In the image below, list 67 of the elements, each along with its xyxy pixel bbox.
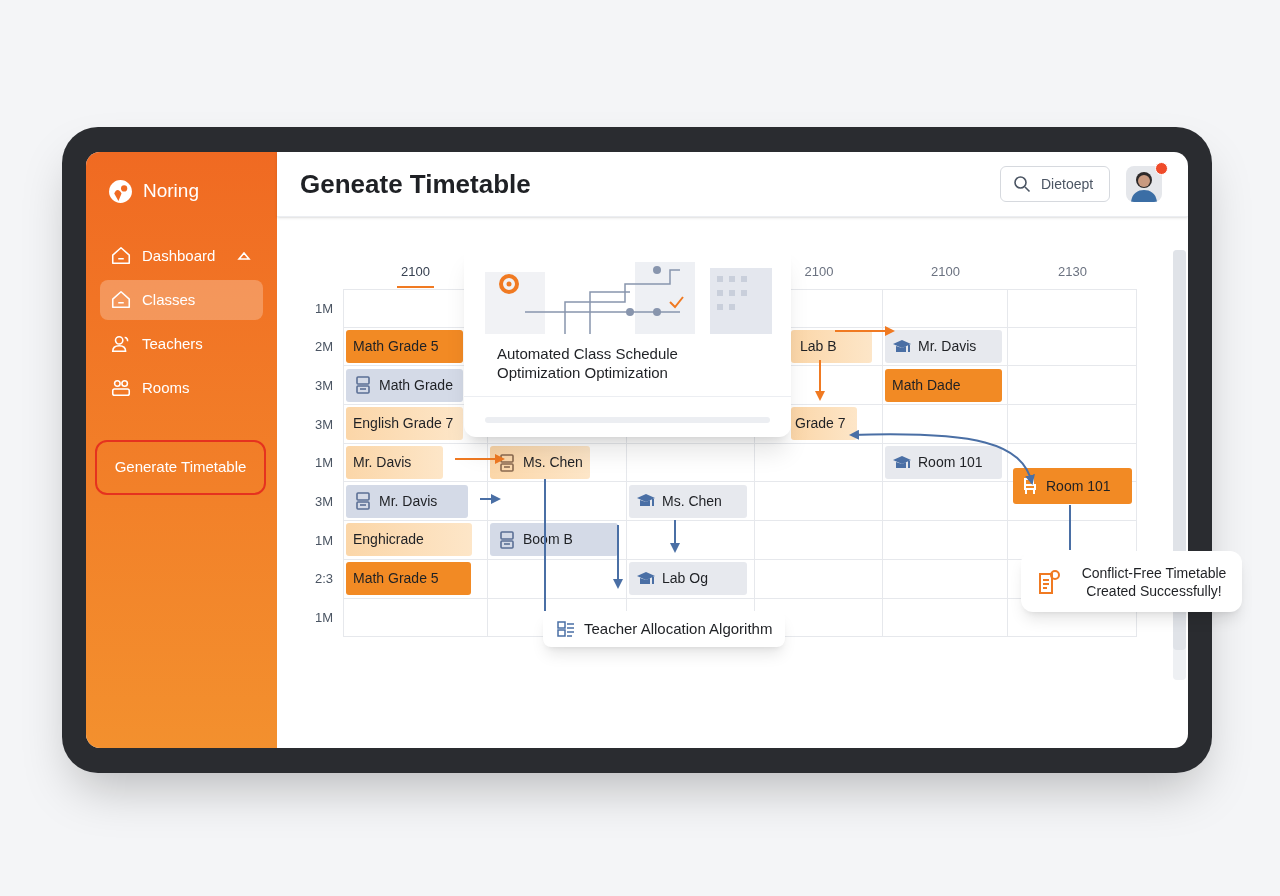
form-icon	[556, 619, 576, 639]
class-block[interactable]: Mr. Davis	[346, 484, 468, 518]
class-name: Lab Og	[662, 569, 708, 589]
arrow	[454, 454, 505, 464]
row-label: 1M	[313, 609, 334, 628]
class-block[interactable]: Ms. Chen	[629, 484, 747, 518]
app-name: Noring	[143, 178, 199, 203]
class-block[interactable]: Math Dade	[885, 368, 1002, 402]
class-name: Lab B	[800, 337, 837, 357]
page-title: Geneate Timetable	[300, 167, 532, 201]
class-block[interactable]: Math Grade 5	[346, 330, 463, 364]
row-label: 1M	[313, 299, 334, 318]
class-name: Math Grade 5	[353, 569, 439, 589]
class-block[interactable]: Mr. Davis	[885, 330, 1002, 364]
connector-line	[1069, 504, 1071, 551]
row-label: 3M	[313, 493, 334, 512]
chevron-icon[interactable]	[237, 249, 251, 263]
class-block[interactable]: Math Grade 5	[346, 562, 471, 596]
class-name: English Grade 7	[353, 414, 454, 434]
class-name: Ms. Chen	[662, 491, 722, 511]
arrow	[613, 524, 623, 589]
class-name: Enghicrade	[353, 530, 424, 550]
column-header[interactable]: 2100	[800, 262, 838, 286]
column-header[interactable]: 2130	[1054, 262, 1091, 286]
class-name: Math Dade	[892, 375, 961, 395]
class-name: Room 101	[918, 453, 983, 473]
class-block[interactable]: Grade 7	[791, 407, 857, 441]
class-name: Mr. Davis	[918, 337, 977, 357]
class-block[interactable]: Math Grade	[346, 368, 463, 402]
class-block[interactable]: Lab Og	[629, 562, 747, 596]
class-name: Room 101	[1046, 476, 1111, 496]
card-title: Automated Class Schedule Optimization Optimization	[496, 344, 679, 382]
people-icon	[110, 377, 132, 399]
class-block[interactable]: English Grade 7	[346, 407, 463, 441]
class-block[interactable]: Ms. Chen	[490, 446, 590, 480]
search-field[interactable]: Dietoept	[1000, 166, 1110, 202]
class-name: Math Grade 5	[353, 337, 439, 357]
column-header[interactable]: 2100	[927, 262, 964, 286]
arrow	[670, 519, 680, 553]
logo-icon	[108, 178, 133, 204]
column-header[interactable]: 2100	[397, 262, 434, 288]
row-label: 1M	[313, 454, 334, 473]
arrow	[815, 359, 825, 401]
house-icon	[110, 289, 132, 311]
class-name: Mr. Davis	[379, 491, 438, 511]
row-label: 2:3	[313, 570, 334, 589]
row-label: 3M	[313, 376, 334, 395]
row-label: 2M	[313, 338, 334, 357]
chip-label: Teacher Allocation Algorithm	[584, 618, 773, 639]
class-block[interactable]: Room 101	[885, 446, 1002, 480]
class-name: Mr. Davis	[353, 453, 412, 473]
house-icon	[110, 245, 132, 267]
class-name: Math Grade	[379, 375, 453, 395]
class-name: Grade 7	[795, 414, 846, 434]
class-block[interactable]: Lab B	[791, 330, 872, 364]
class-block[interactable]: Enghicrade	[346, 523, 472, 557]
arrow	[834, 326, 895, 336]
arrow	[479, 494, 501, 504]
class-block[interactable]: Mr. Davis	[346, 446, 443, 480]
class-block[interactable]: Room 101	[1013, 468, 1132, 505]
avatar[interactable]	[1126, 166, 1162, 202]
row-label: 3M	[313, 415, 334, 434]
class-name: Ms. Chen	[523, 453, 583, 473]
row-label: 1M	[313, 531, 334, 550]
search-icon	[1013, 175, 1031, 193]
document-icon	[1037, 568, 1061, 595]
toast-message: Conflict-Free Timetable Created Successfully!	[1080, 563, 1228, 600]
